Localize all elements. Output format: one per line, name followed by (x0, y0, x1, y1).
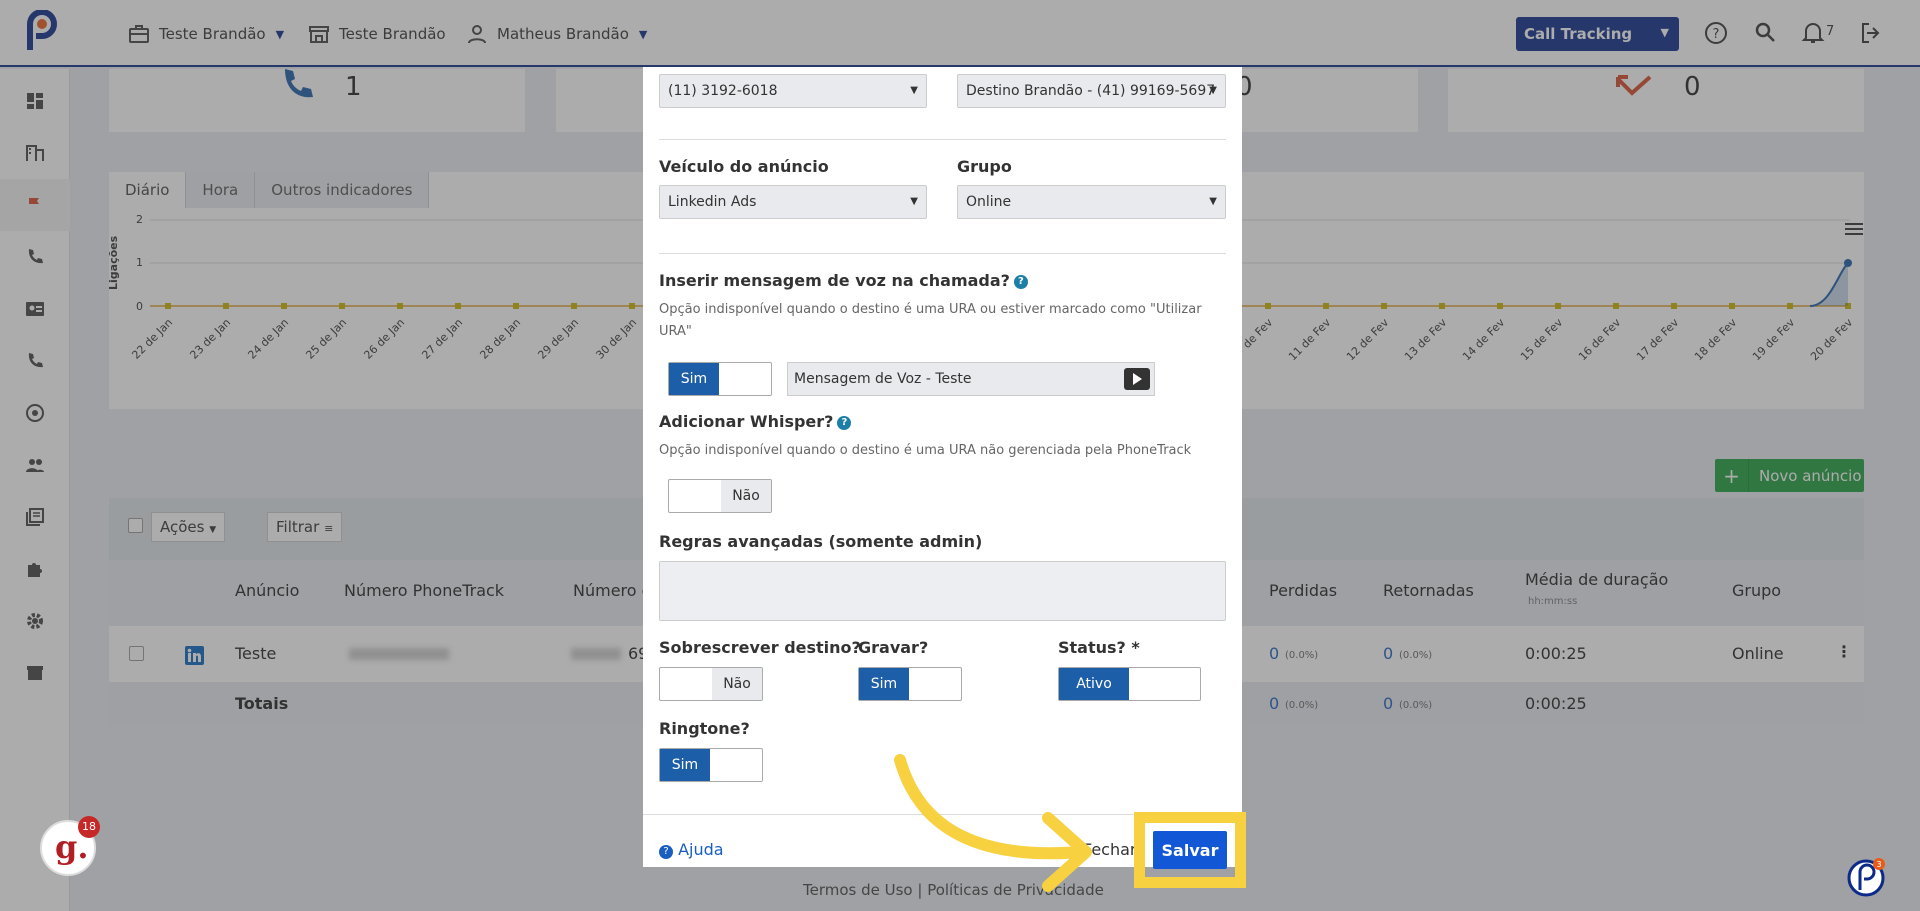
whisper-toggle[interactable]: Não (668, 479, 772, 513)
divider (659, 253, 1226, 254)
chat-widget-count: 18 (78, 816, 100, 838)
caret-down-icon: ▼ (1209, 196, 1217, 207)
help-circle-icon[interactable]: ? (837, 416, 852, 430)
help-circle-icon[interactable]: ? (1013, 275, 1028, 289)
gravar-toggle-on: Sim (859, 668, 909, 700)
caret-down-icon: ▼ (910, 85, 918, 96)
ringtone-toggle-on: Sim (660, 749, 710, 781)
gravar-label: Gravar? (858, 638, 929, 657)
status-label: Status? * (1058, 638, 1140, 657)
tutorial-arrow-icon (894, 754, 1092, 892)
voice-message-player[interactable]: Mensagem de Voz - Teste (787, 362, 1155, 396)
sobrescrever-toggle-blank (660, 668, 712, 700)
sobrescrever-label: Sobrescrever destino? (659, 638, 861, 657)
save-button[interactable]: Salvar (1153, 831, 1227, 869)
caret-down-icon: ▼ (1209, 85, 1217, 96)
origin-number-value: (11) 3192-6018 (668, 83, 778, 99)
veiculo-select[interactable]: Linkedin Ads ▼ (659, 185, 927, 219)
phonetrack-chat-icon[interactable]: 3 (1846, 858, 1886, 898)
help-circle-icon: ? (659, 845, 673, 859)
play-icon[interactable] (1124, 368, 1150, 390)
origin-number-select[interactable]: (11) 3192-6018 ▼ (659, 74, 927, 108)
destination-select[interactable]: Destino Brandão - (41) 99169-5697 ▼ (957, 74, 1226, 108)
whisper-help: Opção indisponível quando o destino é um… (659, 443, 1192, 458)
help-link[interactable]: ? Ajuda (659, 840, 724, 859)
grupo-value: Online (966, 194, 1012, 210)
voz-toggle[interactable]: Sim (668, 362, 772, 396)
sobrescrever-toggle[interactable]: Não (659, 667, 763, 701)
veiculo-label: Veículo do anúncio (659, 157, 829, 176)
phonetrack-chat-count: 3 (1876, 860, 1881, 869)
whisper-toggle-blank (669, 480, 721, 512)
status-toggle-on: Ativo (1059, 668, 1129, 700)
voz-label: Inserir mensagem de voz na chamada?? (659, 271, 1028, 290)
voz-label-text: Inserir mensagem de voz na chamada? (659, 271, 1010, 290)
grupo-label: Grupo (957, 157, 1012, 176)
help-link-label: Ajuda (678, 840, 724, 859)
whisper-toggle-off: Não (721, 480, 771, 512)
regras-label: Regras avançadas (somente admin) (659, 532, 983, 551)
ringtone-toggle[interactable]: Sim (659, 748, 763, 782)
gravar-toggle[interactable]: Sim (858, 667, 962, 701)
veiculo-value: Linkedin Ads (668, 194, 757, 210)
regras-textarea[interactable] (659, 561, 1226, 621)
whisper-label: Adicionar Whisper?? (659, 412, 852, 431)
ringtone-label: Ringtone? (659, 719, 750, 738)
voz-help: Opção indisponível quando o destino é um… (659, 302, 1202, 339)
whisper-label-text: Adicionar Whisper? (659, 412, 834, 431)
status-toggle[interactable]: Ativo (1058, 667, 1201, 701)
voz-toggle-on: Sim (669, 363, 719, 395)
divider (659, 139, 1226, 140)
grupo-select[interactable]: Online ▼ (957, 185, 1226, 219)
voice-message-name: Mensagem de Voz - Teste (794, 371, 972, 387)
sobrescrever-toggle-off: Não (712, 668, 762, 700)
chat-widget[interactable]: g. 18 (40, 816, 100, 876)
caret-down-icon: ▼ (910, 196, 918, 207)
destination-value: Destino Brandão - (41) 99169-5697 (966, 83, 1216, 99)
